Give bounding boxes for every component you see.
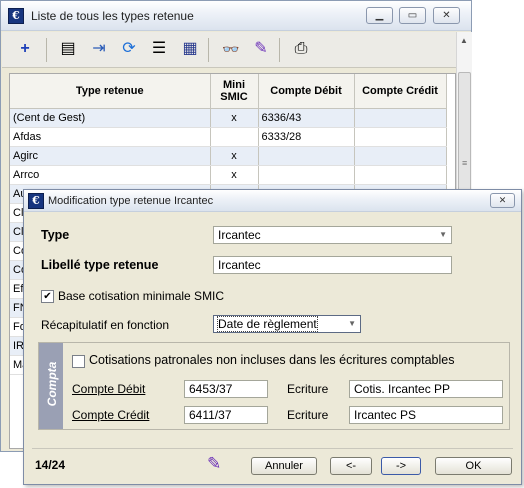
libelle-label: Libellé type retenue bbox=[41, 258, 159, 272]
maximize-button[interactable]: ▭ bbox=[399, 7, 426, 24]
recap-label: Récapitulatif en fonction bbox=[41, 318, 170, 332]
print-icon[interactable]: ⎙ bbox=[290, 38, 312, 60]
dialog-titlebar: € Modification type retenue Ircantec ✕ bbox=[24, 190, 521, 212]
compte-credit-input[interactable]: 6411/37 bbox=[184, 406, 268, 424]
recap-select[interactable]: Date de règlement ▼ bbox=[213, 315, 361, 333]
pencil-icon[interactable]: ✎ bbox=[207, 454, 221, 474]
list-window-titlebar: € Liste de tous les types retenue ▁ ▭ ✕ bbox=[1, 1, 471, 31]
cell-debit bbox=[258, 146, 355, 166]
toolbar-separator bbox=[279, 38, 280, 62]
type-select-value: Ircantec bbox=[218, 228, 261, 242]
pencil-icon[interactable]: ✎ bbox=[250, 38, 272, 60]
edit-record-icon[interactable]: ▤ bbox=[57, 38, 79, 60]
dialog-close-button[interactable]: ✕ bbox=[490, 193, 515, 208]
list-window-title: Liste de tous les types retenue bbox=[31, 9, 194, 23]
cotisations-checkbox[interactable] bbox=[72, 355, 85, 368]
glasses-icon[interactable]: 👓 bbox=[220, 38, 242, 60]
base-smic-label: Base cotisation minimale SMIC bbox=[58, 289, 225, 303]
compte-credit-link[interactable]: Compte Crédit bbox=[72, 408, 149, 422]
recap-select-value: Date de règlement bbox=[217, 316, 318, 332]
table-row[interactable]: (Cent de Gest) x 6336/43 bbox=[10, 108, 447, 128]
type-label: Type bbox=[41, 228, 70, 242]
dialog-title: Modification type retenue Ircantec bbox=[48, 195, 214, 207]
scroll-up-icon[interactable]: ▲ bbox=[460, 36, 468, 45]
cell-smic: x bbox=[210, 108, 259, 128]
add-icon[interactable]: + bbox=[14, 38, 36, 60]
col-header-compte-credit[interactable]: Compte Crédit bbox=[354, 74, 447, 109]
col-header-type[interactable]: Type retenue bbox=[10, 74, 211, 109]
cotisations-label: Cotisations patronales non incluses dans… bbox=[89, 353, 455, 367]
grid-header-row: Type retenue Mini SMIC Compte Débit Comp… bbox=[10, 74, 447, 109]
cell-smic: x bbox=[210, 146, 259, 166]
app-icon: € bbox=[28, 193, 44, 209]
list-settings-icon[interactable]: ☰ bbox=[148, 38, 170, 60]
annuler-button[interactable]: Annuler bbox=[251, 457, 317, 475]
previous-button[interactable]: <- bbox=[330, 457, 372, 475]
cell-smic: x bbox=[210, 165, 259, 185]
cell-type: Afdas bbox=[10, 127, 211, 147]
close-button[interactable]: ✕ bbox=[433, 7, 460, 24]
record-position: 14/24 bbox=[35, 458, 66, 472]
footer-separator bbox=[32, 448, 513, 449]
compta-panel: Compta Cotisations patronales non inclus… bbox=[38, 342, 510, 430]
col-header-compte-debit[interactable]: Compte Débit bbox=[258, 74, 355, 109]
ok-button[interactable]: OK bbox=[435, 457, 512, 475]
cell-credit bbox=[354, 127, 447, 147]
refresh-icon[interactable]: ⟳ bbox=[118, 38, 140, 60]
chevron-down-icon: ▼ bbox=[439, 230, 447, 239]
cell-credit bbox=[354, 146, 447, 166]
cell-type: Arrco bbox=[10, 165, 211, 185]
document-settings-icon[interactable]: ▦ bbox=[179, 38, 201, 60]
cell-type: Agirc bbox=[10, 146, 211, 166]
toolbar-separator bbox=[208, 38, 209, 62]
table-row[interactable]: Afdas 6333/28 bbox=[10, 127, 447, 147]
cell-debit: 6336/43 bbox=[258, 108, 355, 128]
toolbar-separator bbox=[46, 38, 47, 62]
minimize-button[interactable]: ▁ bbox=[366, 7, 393, 24]
col-header-mini-smic[interactable]: Mini SMIC bbox=[210, 74, 259, 109]
next-button[interactable]: -> bbox=[381, 457, 421, 475]
cell-credit bbox=[354, 165, 447, 185]
chevron-down-icon: ▼ bbox=[348, 319, 356, 328]
compta-tab[interactable]: Compta bbox=[39, 343, 63, 429]
cell-debit: 6333/28 bbox=[258, 127, 355, 147]
compta-tab-label: Compta bbox=[45, 361, 59, 407]
export-icon[interactable]: ⇥ bbox=[88, 38, 110, 60]
compte-debit-link[interactable]: Compte Débit bbox=[72, 382, 145, 396]
cell-type: (Cent de Gest) bbox=[10, 108, 211, 128]
base-smic-checkbox[interactable]: ✔ bbox=[41, 290, 54, 303]
modification-dialog: € Modification type retenue Ircantec ✕ T… bbox=[23, 189, 522, 485]
type-select[interactable]: Ircantec ▼ bbox=[213, 226, 452, 244]
ecriture-credit-input[interactable]: Ircantec PS bbox=[349, 406, 503, 424]
table-row[interactable]: Agirc x bbox=[10, 146, 447, 166]
toolbar: + ▤ ⇥ ⟳ ☰ ▦ 👓 ✎ ⎙ bbox=[2, 32, 456, 68]
scroll-grip-icon: ≡ bbox=[462, 158, 468, 168]
compte-debit-input[interactable]: 6453/37 bbox=[184, 380, 268, 398]
cell-smic bbox=[210, 127, 259, 147]
table-row[interactable]: Arrco x bbox=[10, 165, 447, 185]
app-icon: € bbox=[8, 8, 24, 24]
cell-credit bbox=[354, 108, 447, 128]
ecriture-debit-label: Ecriture bbox=[287, 382, 329, 396]
ecriture-credit-label: Ecriture bbox=[287, 408, 329, 422]
ecriture-debit-input[interactable]: Cotis. Ircantec PP bbox=[349, 380, 503, 398]
libelle-input[interactable]: Ircantec bbox=[213, 256, 452, 274]
cell-debit bbox=[258, 165, 355, 185]
